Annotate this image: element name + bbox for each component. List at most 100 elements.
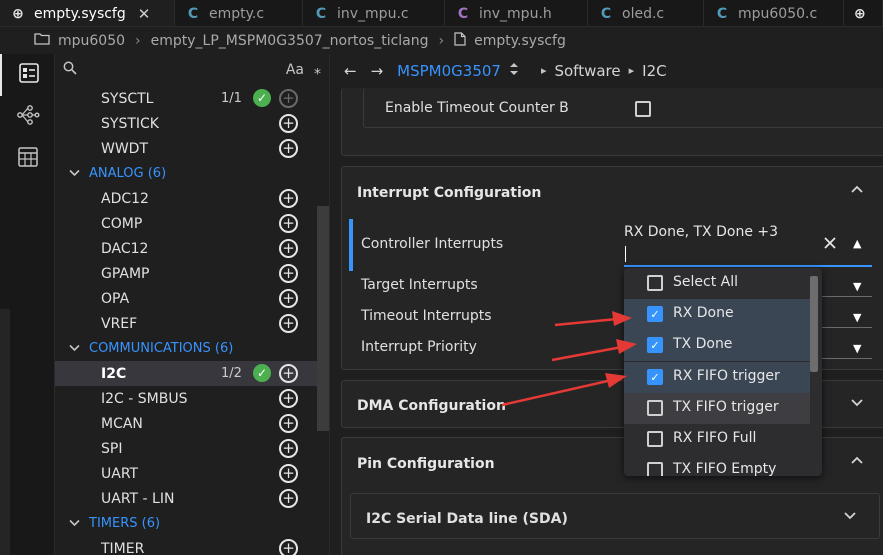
tree-item[interactable]: COMP + <box>55 211 329 236</box>
tree-item[interactable]: GPAMP + <box>55 261 329 286</box>
timeout-underline <box>822 327 872 328</box>
option-label: TX FIFO trigger <box>673 399 779 415</box>
up-down-icon[interactable] <box>509 62 519 79</box>
add-instance-icon[interactable]: + <box>279 489 298 508</box>
interrupt-option[interactable]: ✓ RX FIFO trigger <box>624 362 810 393</box>
memory-view-button[interactable] <box>0 138 55 180</box>
close-icon[interactable]: ✕ <box>138 5 151 23</box>
chevron-down-icon[interactable] <box>850 397 864 412</box>
tree-item[interactable]: SYSTICK + <box>55 111 329 136</box>
unchecked-checkbox-icon[interactable] <box>647 400 663 416</box>
breadcrumb-folder[interactable]: mpu6050 <box>58 33 125 49</box>
tree-item[interactable]: SPI + <box>55 436 329 461</box>
chevron-up-icon[interactable] <box>850 183 864 198</box>
tree-item[interactable]: SYSCTL 1/1 ✓ + <box>55 86 329 111</box>
timeout-b-checkbox[interactable] <box>635 101 651 117</box>
add-instance-icon[interactable]: + <box>279 439 298 458</box>
add-instance-icon[interactable]: + <box>279 389 298 408</box>
unchecked-checkbox-icon[interactable] <box>647 431 663 447</box>
tree-item[interactable]: I2C - SMBUS + <box>55 386 329 411</box>
device-selector[interactable]: MSPM0G3507 <box>397 62 501 80</box>
tree-item[interactable]: I2C 1/2 ✓ + <box>55 361 329 386</box>
add-instance-icon[interactable]: + <box>279 414 298 433</box>
tree-item[interactable]: ADC12 + <box>55 186 329 211</box>
dma-title[interactable]: DMA Configuration <box>357 398 506 414</box>
chevron-down-icon[interactable] <box>843 510 857 525</box>
nav-path-software[interactable]: Software <box>554 62 620 80</box>
tree-item[interactable]: MCAN + <box>55 411 329 436</box>
interrupt-option[interactable]: ✓ RX Done <box>624 299 810 330</box>
tab-overflow[interactable]: ⊕ <box>844 0 883 26</box>
match-case-toggle[interactable]: Aa <box>286 62 304 78</box>
config-nav-bar: ← → MSPM0G3507 ▸ Software ▸ I2C <box>330 54 883 87</box>
checked-checkbox-icon[interactable]: ✓ <box>647 337 663 353</box>
tree-item[interactable]: UART - LIN + <box>55 486 329 511</box>
tree-item[interactable]: OPA + <box>55 286 329 311</box>
chevron-up-icon[interactable] <box>850 454 864 469</box>
breadcrumb-file[interactable]: empty.syscfg <box>474 33 566 49</box>
target-dropdown-icon[interactable]: ▼ <box>853 280 861 293</box>
syscfg-editor-window: ⊕ empty.syscfg ✕ C empty.c C inv_mpu.c C… <box>0 0 883 555</box>
collapse-arrow-icon[interactable]: ▲ <box>853 237 861 250</box>
add-instance-icon[interactable]: + <box>279 464 298 483</box>
main-scrollbar-track <box>330 87 340 555</box>
unchecked-checkbox-icon[interactable] <box>647 462 663 476</box>
popup-scrollbar[interactable] <box>810 276 818 372</box>
tree-category[interactable]: ANALOG (6) <box>55 161 329 186</box>
interrupt-option[interactable]: RX FIFO Full <box>624 424 810 455</box>
tree-item[interactable]: DAC12 + <box>55 236 329 261</box>
chevron-right-icon: ▸ <box>540 64 547 77</box>
checked-checkbox-icon[interactable]: ✓ <box>647 369 663 385</box>
tree-item[interactable]: WWDT + <box>55 136 329 161</box>
chevron-down-icon[interactable] <box>69 167 80 180</box>
add-instance-icon[interactable]: + <box>279 114 298 133</box>
interrupt-option[interactable]: ✓ TX Done <box>624 330 810 361</box>
chevron-down-icon[interactable] <box>69 342 80 355</box>
tab-inv-mpu-h[interactable]: C inv_mpu.h <box>445 0 588 26</box>
pin-title[interactable]: Pin Configuration <box>357 456 495 472</box>
software-view-button[interactable] <box>0 54 55 96</box>
add-instance-icon[interactable]: + <box>279 89 298 108</box>
priority-dropdown-icon[interactable]: ▼ <box>853 342 861 355</box>
add-instance-icon[interactable]: + <box>279 239 298 258</box>
add-instance-icon[interactable]: + <box>279 189 298 208</box>
nav-path-i2c[interactable]: I2C <box>642 62 666 80</box>
breadcrumb-project[interactable]: empty_LP_MSPM0G3507_nortos_ticlang <box>151 33 429 49</box>
tab-mpu6050-c[interactable]: C mpu6050.c <box>704 0 844 26</box>
back-arrow-icon[interactable]: ← <box>344 62 357 80</box>
interrupt-title[interactable]: Interrupt Configuration <box>357 185 541 201</box>
add-instance-icon[interactable]: + <box>279 314 298 333</box>
add-instance-icon[interactable]: + <box>279 264 298 283</box>
chevron-right-icon: › <box>438 32 445 49</box>
clear-selection-icon[interactable] <box>823 236 837 254</box>
tree-item[interactable]: TIMER + <box>55 536 329 555</box>
tab-oled-c[interactable]: C oled.c <box>588 0 704 26</box>
add-instance-icon[interactable]: + <box>279 289 298 308</box>
interrupt-option[interactable]: TX FIFO trigger <box>624 393 810 424</box>
chevron-down-icon[interactable] <box>69 517 80 530</box>
c-file-icon: C <box>315 5 327 22</box>
interrupt-option[interactable]: TX FIFO Empty <box>624 455 810 476</box>
tree-category[interactable]: TIMERS (6) <box>55 511 329 536</box>
topology-view-button[interactable] <box>0 96 55 138</box>
tree-scrollbar[interactable] <box>317 206 329 431</box>
add-instance-icon[interactable]: + <box>279 364 298 383</box>
forward-arrow-icon[interactable]: → <box>371 62 384 80</box>
timeout-dropdown-icon[interactable]: ▼ <box>853 311 861 324</box>
interrupt-option[interactable]: Select All <box>624 268 810 299</box>
tree-item[interactable]: VREF + <box>55 311 329 336</box>
search-icon[interactable] <box>63 61 77 79</box>
add-instance-icon[interactable]: + <box>279 539 298 555</box>
tree-item[interactable]: UART + <box>55 461 329 486</box>
add-instance-icon[interactable]: + <box>279 214 298 233</box>
controller-interrupts-value[interactable]: RX Done, TX Done +3 <box>624 224 778 240</box>
tab-empty-c[interactable]: C empty.c <box>175 0 303 26</box>
tab-empty-syscfg[interactable]: ⊕ empty.syscfg ✕ <box>0 0 175 26</box>
filter-star-icon[interactable]: ⁎ <box>314 62 321 78</box>
sda-section[interactable]: I2C Serial Data line (SDA) <box>350 493 880 539</box>
tab-inv-mpu-c[interactable]: C inv_mpu.c <box>303 0 445 26</box>
add-instance-icon[interactable]: + <box>279 139 298 158</box>
checked-checkbox-icon[interactable]: ✓ <box>647 306 663 322</box>
unchecked-checkbox-icon[interactable] <box>647 275 663 291</box>
tree-category[interactable]: COMMUNICATIONS (6) <box>55 336 329 361</box>
